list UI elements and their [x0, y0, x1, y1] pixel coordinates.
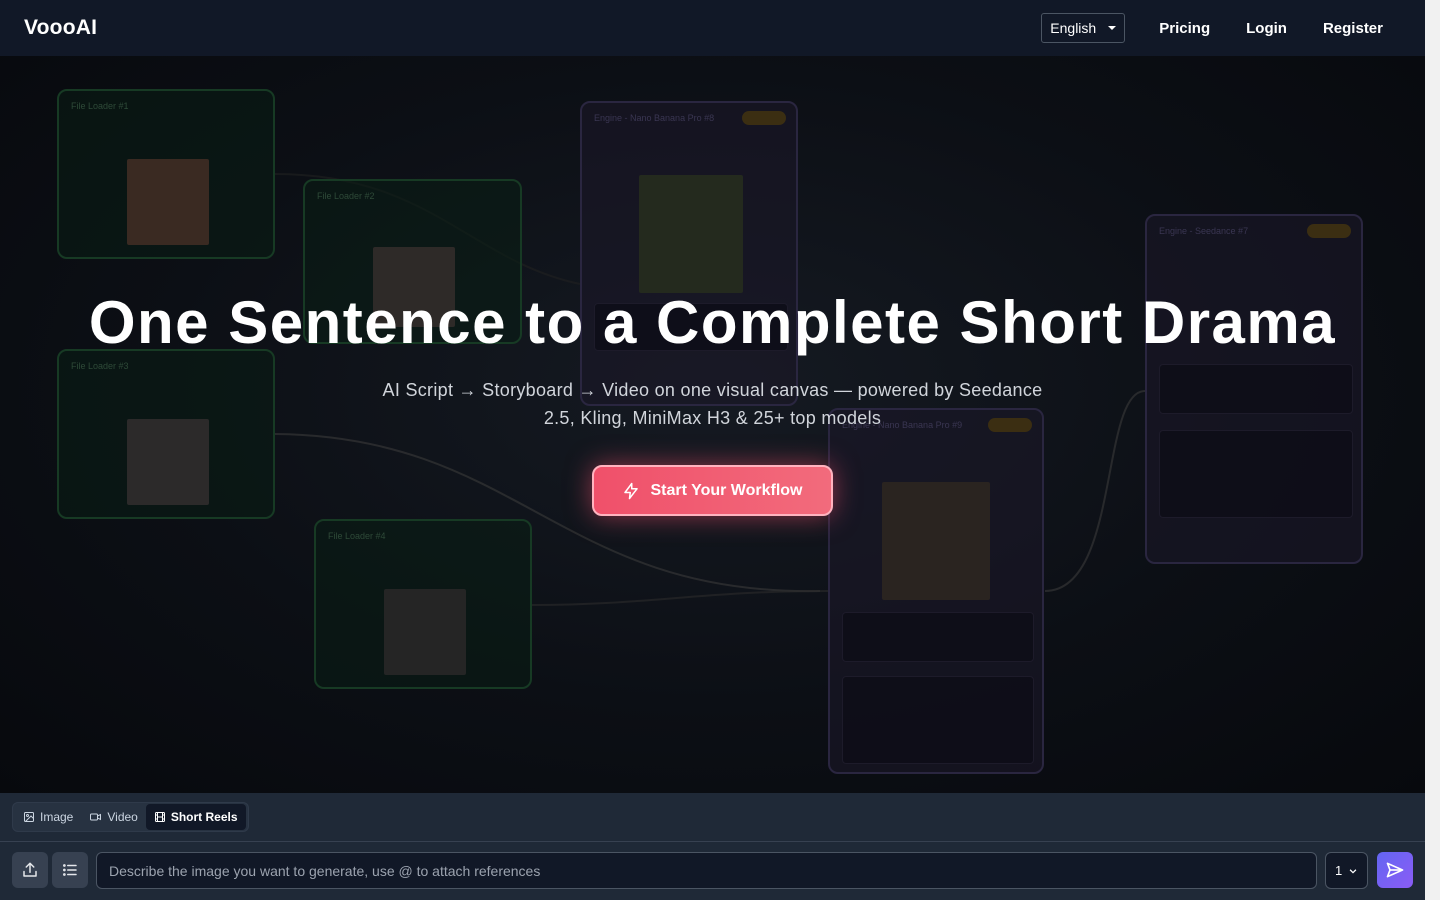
- nav-login[interactable]: Login: [1246, 20, 1287, 37]
- start-workflow-label: Start Your Workflow: [650, 481, 803, 499]
- header-actions: English Pricing Login Register: [1041, 13, 1401, 43]
- prompt-placeholder: Describe the image you want to generate,…: [109, 862, 541, 879]
- upload-icon: [23, 862, 37, 877]
- nav-pricing[interactable]: Pricing: [1159, 20, 1210, 37]
- node-image-thumb: [882, 482, 990, 600]
- node-prompt-box: [842, 612, 1034, 662]
- composer-divider: [0, 841, 1425, 842]
- output-count-value: 1: [1335, 863, 1343, 878]
- tab-label: Image: [40, 810, 74, 824]
- engine-node-2[interactable]: Engine - Nano Banana Pro #9: [828, 408, 1044, 774]
- hero-title: One Sentence to a Complete Short Drama: [88, 289, 1337, 356]
- send-icon: [1386, 862, 1404, 878]
- node-title: File Loader #1: [71, 101, 129, 111]
- engine-node-3[interactable]: Engine - Seedance #7: [1145, 214, 1363, 564]
- node-reference-box: [1159, 430, 1353, 518]
- list-button[interactable]: [52, 852, 88, 888]
- language-value: English: [1050, 20, 1097, 36]
- output-count-select[interactable]: 1: [1325, 852, 1368, 889]
- logo[interactable]: VoooAI: [24, 16, 97, 40]
- image-icon: [24, 812, 34, 822]
- node-image-thumb: [127, 159, 209, 245]
- node-image-thumb: [384, 589, 466, 675]
- start-workflow-button[interactable]: Start Your Workflow: [592, 465, 833, 516]
- tab-video[interactable]: Video: [81, 804, 145, 830]
- film-icon: [154, 812, 165, 822]
- hero-subtitle: AI Script → Storyboard → Video on one vi…: [382, 380, 1043, 428]
- node-prompt-box: [1159, 364, 1353, 414]
- language-select[interactable]: English: [1041, 13, 1126, 43]
- prompt-input[interactable]: Describe the image you want to generate,…: [96, 852, 1317, 889]
- node-title: Engine - Seedance #7: [1159, 226, 1249, 236]
- node-title: Engine - Nano Banana Pro #8: [594, 113, 715, 123]
- node-title: File Loader #2: [317, 191, 375, 201]
- tab-label: Video: [107, 810, 138, 824]
- chevron-down-icon: [1349, 868, 1357, 874]
- file-loader-node-4[interactable]: File Loader #4: [314, 519, 532, 689]
- hero-section: File Loader #1 File Loader #2 File Loade…: [0, 56, 1425, 793]
- tab-short-reels[interactable]: Short Reels: [145, 804, 246, 830]
- video-icon: [90, 813, 102, 821]
- node-image-thumb: [127, 419, 209, 505]
- mode-tabs: Image Video Short Reels: [12, 802, 249, 832]
- composer-panel: Image Video Short Reels Describe the ima…: [0, 793, 1425, 900]
- lightning-icon: [624, 482, 639, 499]
- credit-chip: [742, 111, 786, 125]
- file-loader-node-3[interactable]: File Loader #3: [57, 349, 275, 519]
- caret-down-icon: [1108, 26, 1117, 30]
- node-title: File Loader #4: [328, 531, 386, 541]
- node-image-thumb: [639, 175, 743, 293]
- node-title: File Loader #3: [71, 361, 129, 371]
- engine-node-1[interactable]: Engine - Nano Banana Pro #8: [580, 101, 798, 406]
- node-reference-box: [842, 676, 1034, 764]
- credit-chip: [1307, 224, 1351, 238]
- nav-register[interactable]: Register: [1323, 20, 1383, 37]
- tab-label: Short Reels: [170, 810, 238, 824]
- list-icon: [63, 864, 77, 876]
- page-scrollbar[interactable]: [1425, 0, 1440, 900]
- send-button[interactable]: [1377, 852, 1413, 888]
- tab-image[interactable]: Image: [15, 804, 81, 830]
- file-loader-node-1[interactable]: File Loader #1: [57, 89, 275, 259]
- upload-button[interactable]: [12, 852, 48, 888]
- top-header: VoooAI English Pricing Login Register: [0, 0, 1425, 56]
